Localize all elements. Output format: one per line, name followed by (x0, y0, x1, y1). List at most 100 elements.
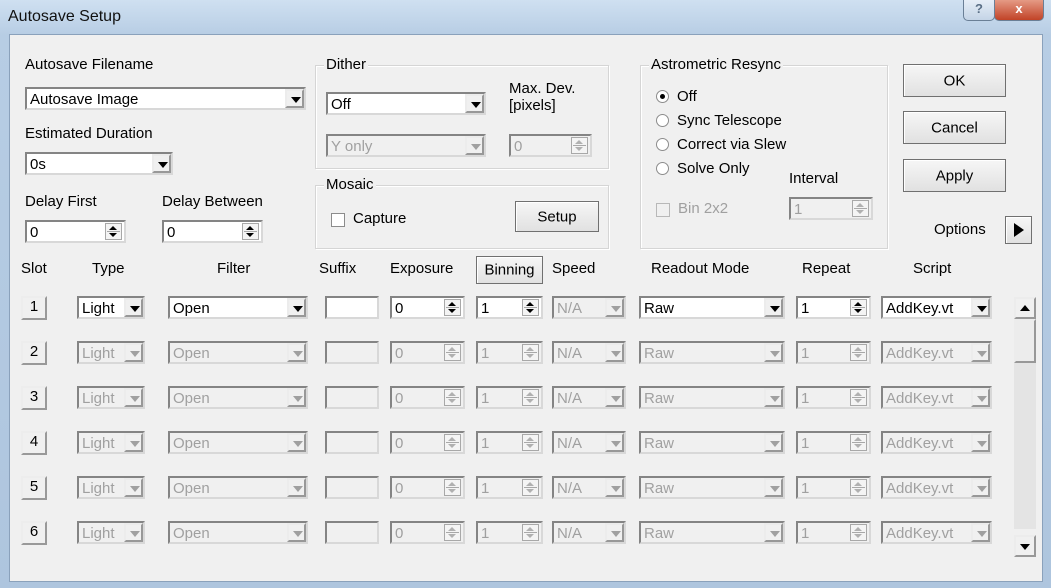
chevron-down-icon[interactable] (605, 298, 624, 317)
spin-arrows-icon[interactable] (850, 344, 867, 361)
spin-arrows-icon[interactable] (522, 344, 539, 361)
speed-combo[interactable]: N/A (552, 476, 626, 499)
exposure-spinner[interactable]: 0 (390, 341, 465, 364)
repeat-spinner[interactable]: 1 (796, 476, 871, 499)
spin-arrows-icon[interactable] (850, 299, 867, 316)
correct-via-slew-radio[interactable] (656, 138, 669, 151)
script-combo[interactable]: AddKey.vt (881, 341, 992, 364)
spin-arrows-icon[interactable] (850, 479, 867, 496)
mosaic-setup-button[interactable]: Setup (515, 201, 599, 232)
speed-combo[interactable]: N/A (552, 386, 626, 409)
binning-spinner[interactable]: 1 (476, 341, 543, 364)
chevron-down-icon[interactable] (605, 523, 624, 542)
dither-axis-combo[interactable]: Y only (326, 134, 486, 157)
binning-spinner[interactable]: 1 (476, 476, 543, 499)
suffix-input[interactable] (325, 431, 379, 454)
chevron-down-icon[interactable] (764, 298, 783, 317)
binning-spinner[interactable]: 1 (476, 521, 543, 544)
filter-combo[interactable]: Open (168, 386, 308, 409)
repeat-spinner[interactable]: 1 (796, 431, 871, 454)
chevron-down-icon[interactable] (605, 343, 624, 362)
binning-spinner[interactable]: 1 (476, 431, 543, 454)
readout-mode-combo[interactable]: Raw (639, 341, 785, 364)
solve-only-radio[interactable] (656, 162, 669, 175)
chevron-down-icon[interactable] (764, 478, 783, 497)
chevron-down-icon[interactable] (124, 478, 143, 497)
chevron-down-icon[interactable] (287, 388, 306, 407)
slot-button[interactable]: 3 (21, 386, 47, 410)
capture-checkbox[interactable] (331, 213, 345, 227)
repeat-spinner[interactable]: 1 (796, 296, 871, 319)
chevron-down-icon[interactable] (605, 388, 624, 407)
readout-mode-combo[interactable]: Raw (639, 476, 785, 499)
slot-button[interactable]: 2 (21, 341, 47, 365)
exposure-spinner[interactable]: 0 (390, 431, 465, 454)
chevron-down-icon[interactable] (287, 433, 306, 452)
scroll-thumb[interactable] (1014, 319, 1036, 363)
chevron-down-icon[interactable] (764, 523, 783, 542)
repeat-spinner[interactable]: 1 (796, 386, 871, 409)
suffix-input[interactable] (325, 521, 379, 544)
spin-arrows-icon[interactable] (852, 200, 869, 217)
filter-combo[interactable]: Open (168, 296, 308, 319)
repeat-spinner[interactable]: 1 (796, 341, 871, 364)
chevron-down-icon[interactable] (971, 298, 990, 317)
speed-combo[interactable]: N/A (552, 431, 626, 454)
options-button[interactable] (1005, 216, 1032, 244)
spin-arrows-icon[interactable] (522, 299, 539, 316)
chevron-down-icon[interactable] (287, 298, 306, 317)
chevron-down-icon[interactable] (465, 136, 484, 155)
delay-first-spinner[interactable]: 0 (25, 220, 126, 243)
readout-mode-combo[interactable]: Raw (639, 431, 785, 454)
slot-button[interactable]: 6 (21, 521, 47, 545)
cancel-button[interactable]: Cancel (903, 111, 1006, 144)
type-combo[interactable]: Light (77, 386, 145, 409)
chevron-down-icon[interactable] (124, 298, 143, 317)
repeat-spinner[interactable]: 1 (796, 521, 871, 544)
exposure-spinner[interactable]: 0 (390, 386, 465, 409)
suffix-input[interactable] (325, 386, 379, 409)
readout-mode-combo[interactable]: Raw (639, 386, 785, 409)
close-button[interactable]: x (994, 0, 1044, 21)
type-combo[interactable]: Light (77, 431, 145, 454)
chevron-down-icon[interactable] (764, 388, 783, 407)
slot-button[interactable]: 4 (21, 431, 47, 455)
chevron-down-icon[interactable] (465, 94, 484, 113)
dither-mode-combo[interactable]: Off (326, 92, 486, 115)
chevron-down-icon[interactable] (152, 154, 171, 173)
chevron-down-icon[interactable] (287, 523, 306, 542)
chevron-down-icon[interactable] (971, 388, 990, 407)
chevron-down-icon[interactable] (124, 523, 143, 542)
chevron-down-icon[interactable] (124, 433, 143, 452)
spin-arrows-icon[interactable] (522, 479, 539, 496)
chevron-down-icon[interactable] (971, 433, 990, 452)
readout-mode-combo[interactable]: Raw (639, 521, 785, 544)
speed-combo[interactable]: N/A (552, 341, 626, 364)
speed-combo[interactable]: N/A (552, 296, 626, 319)
chevron-down-icon[interactable] (124, 343, 143, 362)
binning-header-button[interactable]: Binning (476, 256, 543, 284)
spin-arrows-icon[interactable] (105, 223, 122, 240)
filter-combo[interactable]: Open (168, 476, 308, 499)
chevron-down-icon[interactable] (971, 343, 990, 362)
spin-arrows-icon[interactable] (522, 434, 539, 451)
chevron-down-icon[interactable] (285, 89, 304, 108)
ok-button[interactable]: OK (903, 64, 1006, 97)
filter-combo[interactable]: Open (168, 521, 308, 544)
spin-arrows-icon[interactable] (444, 479, 461, 496)
script-combo[interactable]: AddKey.vt (881, 386, 992, 409)
chevron-down-icon[interactable] (287, 478, 306, 497)
spin-arrows-icon[interactable] (242, 223, 259, 240)
spin-arrows-icon[interactable] (850, 524, 867, 541)
exposure-spinner[interactable]: 0 (390, 521, 465, 544)
chevron-down-icon[interactable] (971, 478, 990, 497)
chevron-down-icon[interactable] (605, 478, 624, 497)
spin-arrows-icon[interactable] (444, 389, 461, 406)
exposure-spinner[interactable]: 0 (390, 476, 465, 499)
spin-arrows-icon[interactable] (522, 524, 539, 541)
script-combo[interactable]: AddKey.vt (881, 431, 992, 454)
type-combo[interactable]: Light (77, 296, 145, 319)
sync-telescope-radio[interactable] (656, 114, 669, 127)
chevron-down-icon[interactable] (764, 343, 783, 362)
filter-combo[interactable]: Open (168, 431, 308, 454)
